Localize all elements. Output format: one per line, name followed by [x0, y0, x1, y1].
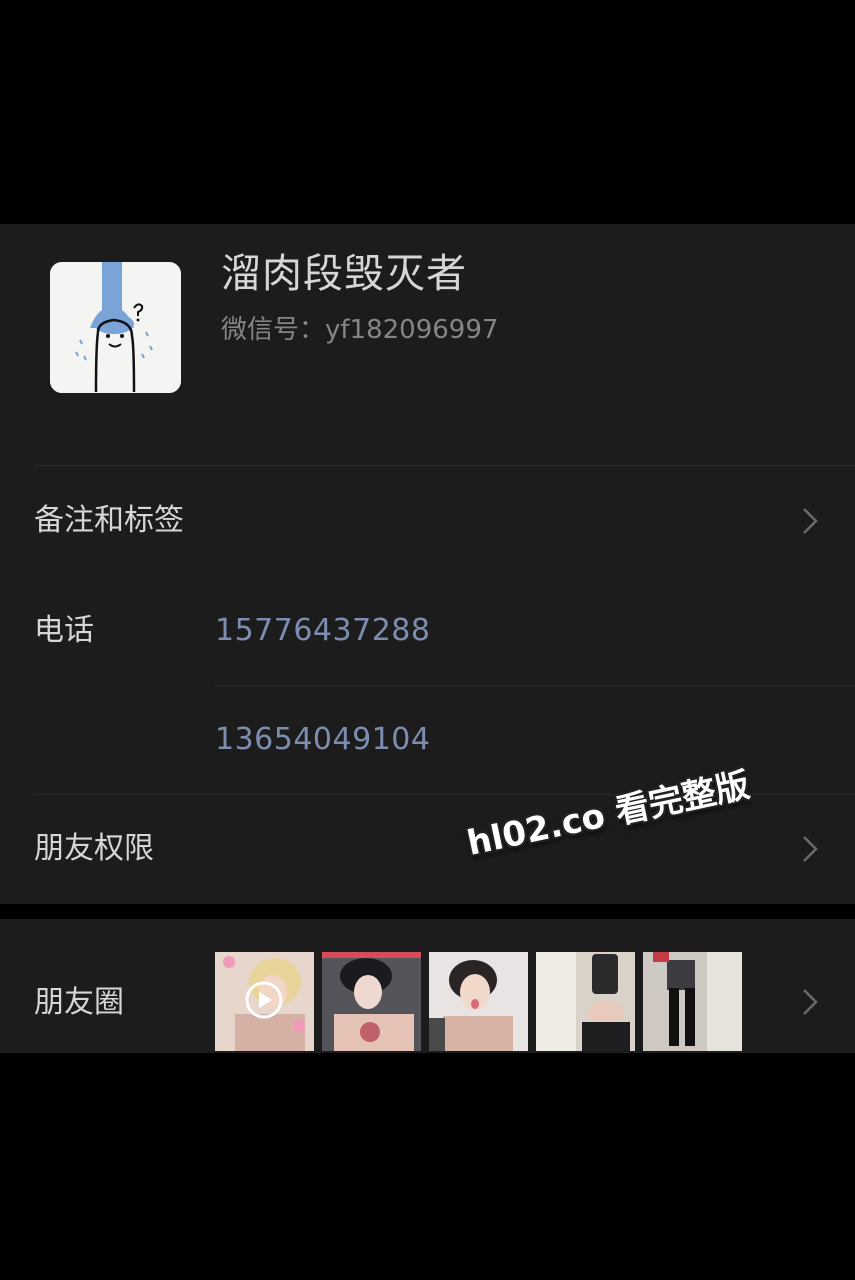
- moments-thumbnail[interactable]: [643, 952, 742, 1051]
- phone-label: 电话: [34, 613, 94, 648]
- phone-number-secondary[interactable]: 13654049104: [215, 720, 430, 760]
- chevron-right-icon: [801, 506, 819, 536]
- phone-number-primary[interactable]: 15776437288: [215, 611, 430, 651]
- friend-permissions-label: 朋友权限: [34, 831, 154, 866]
- chevron-right-icon: [801, 987, 819, 1017]
- moments-thumbnail[interactable]: [429, 952, 528, 1051]
- moments-label: 朋友圈: [34, 985, 124, 1020]
- moments-thumbnail[interactable]: [322, 952, 421, 1051]
- divider: [215, 685, 855, 686]
- moments-panel[interactable]: 朋友圈: [0, 919, 855, 1053]
- remarks-label: 备注和标签: [34, 503, 184, 538]
- moments-thumbnail[interactable]: [215, 952, 314, 1051]
- avatar[interactable]: [50, 262, 181, 393]
- wechat-id: 微信号：yf182096997: [221, 315, 499, 345]
- contact-profile-page: 溜肉段毁灭者 微信号：yf182096997 备注和标签 电话 15776437…: [0, 0, 855, 1280]
- doodle-figure-icon: [50, 262, 181, 393]
- chevron-right-icon: [801, 834, 819, 864]
- moments-thumbnail[interactable]: [536, 952, 635, 1051]
- divider: [34, 465, 855, 466]
- contact-nickname: 溜肉段毁灭者: [221, 251, 467, 297]
